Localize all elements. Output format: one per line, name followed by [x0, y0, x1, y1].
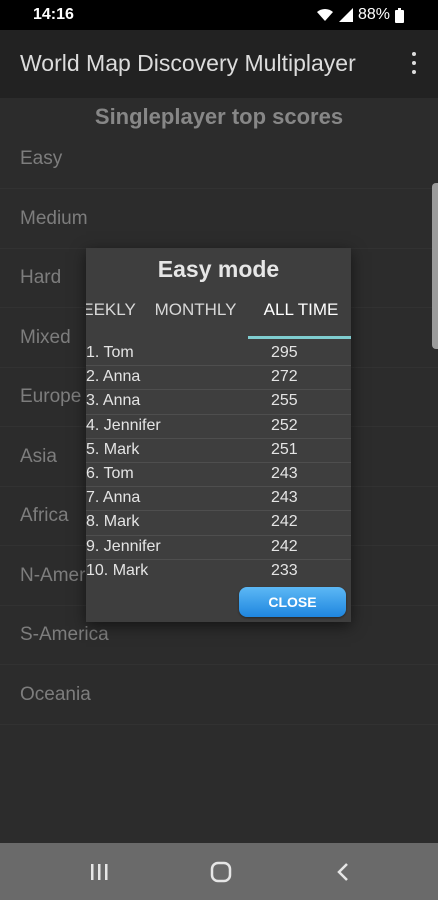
overflow-menu-icon[interactable]: [408, 52, 420, 78]
close-button[interactable]: CLOSE: [239, 587, 346, 617]
player-score: 295: [271, 344, 298, 361]
recent-apps-icon[interactable]: [69, 843, 129, 900]
player-name: 7. Anna: [86, 489, 141, 507]
dialog-title: Easy mode: [157, 256, 280, 282]
wifi-icon: [316, 8, 334, 22]
player-score: 252: [271, 416, 298, 434]
player-name: 9. Jennifer: [86, 537, 161, 555]
player-name: 2. Anna: [86, 368, 141, 386]
table-row: 1. Tom 295: [86, 342, 351, 367]
tab-weekly[interactable]: WEEKLY: [86, 300, 146, 320]
signal-icon: [338, 8, 353, 22]
player-name: 8. Mark: [86, 513, 140, 531]
scrollbar[interactable]: [432, 183, 438, 349]
table-row: 2. Anna 272: [86, 366, 351, 391]
status-icons: 88%: [316, 6, 404, 24]
table-row: 7. Anna 243: [86, 487, 351, 512]
player-score: 243: [271, 489, 298, 507]
player-score: 242: [271, 513, 298, 531]
status-time: 14:16: [33, 6, 74, 23]
player-score: 251: [271, 440, 298, 458]
player-score: 233: [271, 561, 298, 579]
player-name: 4. Jennifer: [86, 416, 161, 434]
tab-all-time[interactable]: ALL TIME: [251, 300, 351, 320]
player-name: 6. Tom: [86, 464, 134, 482]
app-bar: World Map Discovery Multiplayer: [0, 30, 438, 99]
leaderboard-dialog: Easy mode WEEKLY MONTHLY ALL TIME 1. Tom…: [86, 248, 351, 622]
app-title: World Map Discovery Multiplayer: [20, 50, 356, 76]
player-name: 10. Mark: [86, 561, 149, 579]
player-score: 243: [271, 464, 298, 482]
table-row: 4. Jennifer 252: [86, 415, 351, 439]
table-row: 6. Tom 243: [86, 463, 351, 488]
tab-indicator: [248, 336, 351, 339]
score-list: 1. Tom 295 2. Anna 272 3. Anna 255 4. Jenni…: [86, 342, 351, 584]
tab-monthly[interactable]: MONTHLY: [148, 300, 243, 320]
table-row: 10. Mark 233: [86, 560, 351, 584]
player-score: 242: [271, 537, 298, 555]
table-row: 3. Anna 255: [86, 390, 351, 415]
player-name: 5. Mark: [86, 440, 140, 458]
table-row: 8. Mark 242: [86, 511, 351, 536]
back-icon[interactable]: [313, 843, 373, 900]
battery-percent: 88%: [357, 6, 390, 23]
home-icon[interactable]: [191, 843, 251, 900]
player-score: 272: [271, 368, 298, 386]
period-tabs: WEEKLY MONTHLY ALL TIME: [86, 296, 351, 338]
battery-icon: [395, 7, 404, 23]
status-bar: 14:16 88%: [0, 0, 438, 30]
navigation-bar: [0, 843, 438, 900]
player-name: 1. Tom: [86, 344, 134, 361]
player-score: 255: [271, 392, 298, 410]
player-name: 3. Anna: [86, 392, 141, 410]
table-row: 5. Mark 251: [86, 439, 351, 463]
table-row: 9. Jennifer 242: [86, 536, 351, 560]
